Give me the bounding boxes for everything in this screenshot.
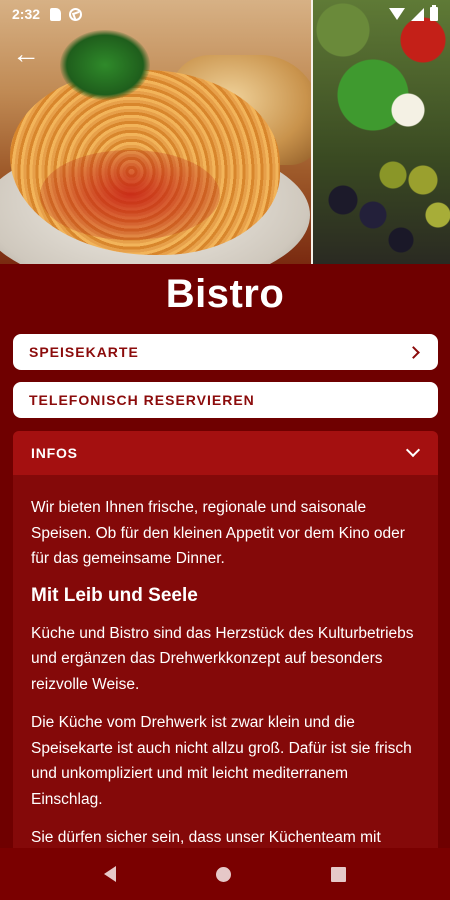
arrow-left-icon: ←: [12, 38, 40, 69]
info-paragraph: Die Küche vom Drehwerk ist zwar klein un…: [31, 714, 412, 808]
herb-shape: [60, 30, 150, 100]
pasta-photo: [0, 0, 320, 264]
status-icons: [389, 5, 438, 21]
infos-content: Wir bieten Ihnen frische, regionale und …: [13, 475, 438, 851]
battery-icon: [430, 5, 438, 21]
sauce-shape: [40, 150, 220, 240]
system-nav-bar: [0, 848, 450, 900]
wifi-icon: [389, 8, 405, 20]
hero-image: [0, 0, 450, 264]
back-button[interactable]: ←: [6, 36, 46, 72]
menu-button[interactable]: SPEISEKARTE: [13, 334, 438, 370]
infos-accordion: INFOS Wir bieten Ihnen frische, regional…: [13, 431, 438, 871]
reserve-phone-button[interactable]: TELEFONISCH RESERVIEREN: [13, 382, 438, 418]
nav-home-icon[interactable]: [216, 866, 231, 882]
status-time: 2:32: [12, 6, 41, 22]
chevron-down-icon: [405, 442, 421, 458]
chevron-right-icon: [407, 345, 420, 359]
info-paragraph: Sie dürfen sicher sein, dass unser Küche…: [31, 829, 381, 846]
salad-photo: [313, 0, 450, 264]
reserve-button-label: TELEFONISCH RESERVIEREN: [29, 392, 255, 408]
status-bar: 2:32: [0, 0, 450, 28]
menu-button-label: SPEISEKARTE: [29, 344, 139, 360]
info-paragraph: Wir bieten Ihnen frische, regionale und …: [31, 499, 405, 567]
page-title: Bistro: [165, 272, 285, 316]
infos-accordion-header[interactable]: INFOS: [13, 431, 438, 475]
sd-card-icon: [50, 7, 62, 21]
info-paragraph: Küche und Bistro sind das Herzstück des …: [31, 624, 414, 693]
nav-back-icon[interactable]: [104, 866, 116, 882]
info-subheading: Mit Leib und Seele: [31, 584, 198, 606]
nav-recent-apps-icon[interactable]: [331, 866, 346, 882]
infos-header-label: INFOS: [31, 445, 78, 461]
signal-icon: [411, 7, 424, 21]
sync-icon: [69, 7, 83, 21]
